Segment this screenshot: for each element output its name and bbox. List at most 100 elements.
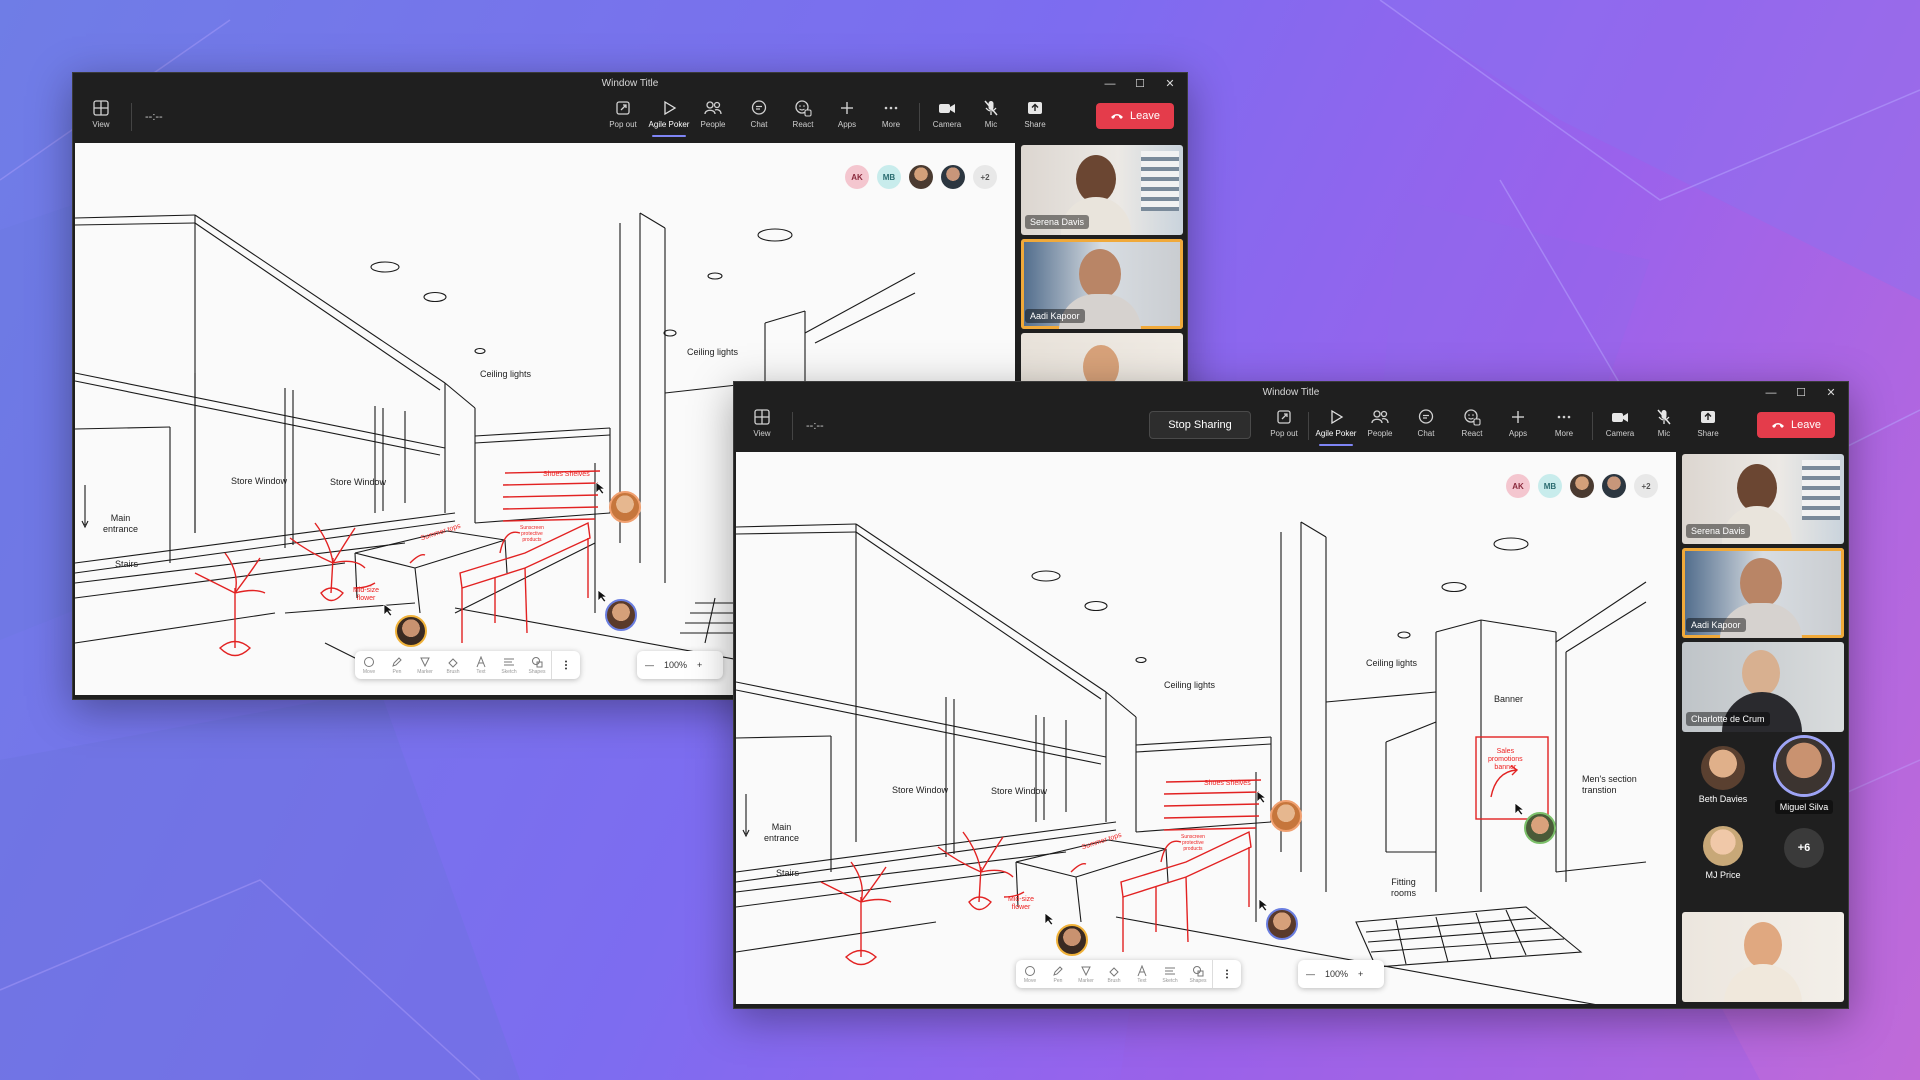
participant-overflow-count[interactable]: +2 (973, 165, 997, 189)
zoom-out-button[interactable]: — (637, 660, 662, 670)
more-button[interactable]: More (1542, 406, 1586, 446)
maximize-button[interactable]: ☐ (1786, 384, 1816, 402)
people-button[interactable]: People (1358, 406, 1402, 446)
pop-out-icon (1277, 410, 1291, 424)
pen-tool[interactable]: Pen (383, 651, 411, 679)
video-tile-aadi[interactable]: Aadi Kapoor (1021, 239, 1183, 329)
video-tile-participant[interactable] (1682, 912, 1844, 1002)
more-options-button[interactable] (551, 651, 580, 679)
close-button[interactable]: ✕ (1816, 384, 1846, 402)
mic-button[interactable]: Mic (1642, 406, 1686, 446)
participant-avatar-mb[interactable]: MB (1538, 474, 1562, 498)
marker-tool[interactable]: Marker (411, 651, 439, 679)
zoom-in-button[interactable]: + (1350, 969, 1371, 979)
marker-tool[interactable]: Marker (1072, 960, 1100, 988)
chat-button[interactable]: Chat (1404, 406, 1448, 446)
zoom-control: — 100% + (637, 651, 723, 679)
title-bar: Window Title — ☐ ✕ (734, 382, 1848, 404)
react-button[interactable]: React (1450, 406, 1494, 446)
participant-avatar-photo[interactable] (1570, 474, 1594, 498)
share-button[interactable]: Share (1686, 406, 1730, 446)
video-tile-aadi[interactable]: Aadi Kapoor (1682, 548, 1844, 638)
pointer-cursor-icon (597, 589, 609, 603)
participant-beth[interactable]: Beth Davies (1684, 746, 1762, 804)
inking-toolbar: Move Pen Marker Brush Text Sketch Shapes (1016, 960, 1241, 988)
label-fitting-rooms: Fitting rooms (1391, 877, 1417, 898)
minimize-button[interactable]: — (1756, 384, 1786, 402)
collaborator-cursor-avatar (1266, 908, 1298, 940)
apps-button[interactable]: Apps (825, 97, 869, 137)
shapes-tool[interactable]: Shapes (523, 651, 551, 679)
vertical-more-icon (565, 660, 567, 670)
brush-tool[interactable]: Brush (1100, 960, 1128, 988)
agile-poker-button[interactable]: Agile Poker (647, 97, 691, 137)
apps-button[interactable]: Apps (1496, 406, 1540, 446)
participant-mj[interactable]: MJ Price (1684, 826, 1762, 880)
view-button[interactable]: View (740, 406, 784, 446)
move-tool[interactable]: Move (1016, 960, 1044, 988)
zoom-out-button[interactable]: — (1298, 969, 1323, 979)
people-icon (704, 101, 722, 115)
participant-avatar-ak[interactable]: AK (845, 165, 869, 189)
share-button[interactable]: Share (1013, 97, 1057, 137)
collaborator-cursor-avatar (605, 599, 637, 631)
minimize-button[interactable]: — (1095, 75, 1125, 93)
brush-tool[interactable]: Brush (439, 651, 467, 679)
shapes-icon (1193, 965, 1204, 976)
more-participants-button[interactable]: +6 (1784, 828, 1824, 868)
camera-button[interactable]: Camera (925, 97, 969, 137)
agile-poker-button[interactable]: Agile Poker (1314, 406, 1358, 446)
video-tile-serena[interactable]: Serena Davis (1682, 454, 1844, 544)
stop-sharing-button[interactable]: Stop Sharing (1149, 411, 1251, 439)
whiteboard-stage[interactable]: Ceiling lights Ceiling lights Store Wind… (736, 452, 1676, 1004)
participant-avatar-mb[interactable]: MB (877, 165, 901, 189)
text-icon (1137, 964, 1147, 976)
leave-button[interactable]: Leave (1096, 103, 1174, 129)
participant-avatar-photo[interactable] (941, 165, 965, 189)
sketch-tool[interactable]: Sketch (495, 651, 523, 679)
collaborator-cursor-avatar (609, 491, 641, 523)
camera-button[interactable]: Camera (1598, 406, 1642, 446)
shapes-tool[interactable]: Shapes (1184, 960, 1212, 988)
video-tile-charlotte[interactable]: Charlotte de Crum (1682, 642, 1844, 732)
more-options-button[interactable] (1212, 960, 1241, 988)
mic-button[interactable]: Mic (969, 97, 1013, 137)
collaborator-cursor-avatar (395, 615, 427, 647)
text-tool[interactable]: Text (467, 651, 495, 679)
view-button[interactable]: View (79, 97, 123, 137)
pen-tool[interactable]: Pen (1044, 960, 1072, 988)
note-sunscreen: Sunscreen protective products (520, 525, 544, 543)
pen-icon (1053, 965, 1063, 976)
pop-out-button[interactable]: Pop out (1262, 406, 1306, 446)
label-ceiling-lights: Ceiling lights (480, 369, 532, 379)
participant-overflow-count[interactable]: +2 (1634, 474, 1658, 498)
zoom-in-button[interactable]: + (689, 660, 710, 670)
maximize-button[interactable]: ☐ (1125, 75, 1155, 93)
play-icon (664, 100, 677, 116)
close-button[interactable]: ✕ (1155, 75, 1185, 93)
label-ceiling-lights: Ceiling lights (1164, 680, 1216, 690)
label-store-window-2: Store Window (330, 477, 387, 487)
participant-avatar-photo[interactable] (909, 165, 933, 189)
move-icon (364, 656, 374, 667)
react-button[interactable]: React (781, 97, 825, 137)
participant-miguel[interactable]: Miguel Silva (1762, 738, 1846, 814)
text-tool[interactable]: Text (1128, 960, 1156, 988)
pointer-cursor-icon (1044, 912, 1056, 926)
zoom-level: 100% (664, 660, 688, 670)
participant-avatar-photo[interactable] (1602, 474, 1626, 498)
participant-avatar-ak[interactable]: AK (1506, 474, 1530, 498)
pop-out-button[interactable]: Pop out (601, 97, 645, 137)
people-button[interactable]: People (691, 97, 735, 137)
avatar (1701, 746, 1745, 790)
leave-button[interactable]: Leave (1757, 412, 1835, 438)
sketch-tool[interactable]: Sketch (1156, 960, 1184, 988)
chat-button[interactable]: Chat (737, 97, 781, 137)
move-tool[interactable]: Move (355, 651, 383, 679)
label-stairs: Stairs (115, 559, 139, 569)
pop-out-icon (616, 101, 630, 115)
move-icon (1025, 965, 1035, 976)
note-sunscreen: Sunscreen protective products (1181, 834, 1205, 852)
video-tile-serena[interactable]: Serena Davis (1021, 145, 1183, 235)
more-button[interactable]: More (869, 97, 913, 137)
